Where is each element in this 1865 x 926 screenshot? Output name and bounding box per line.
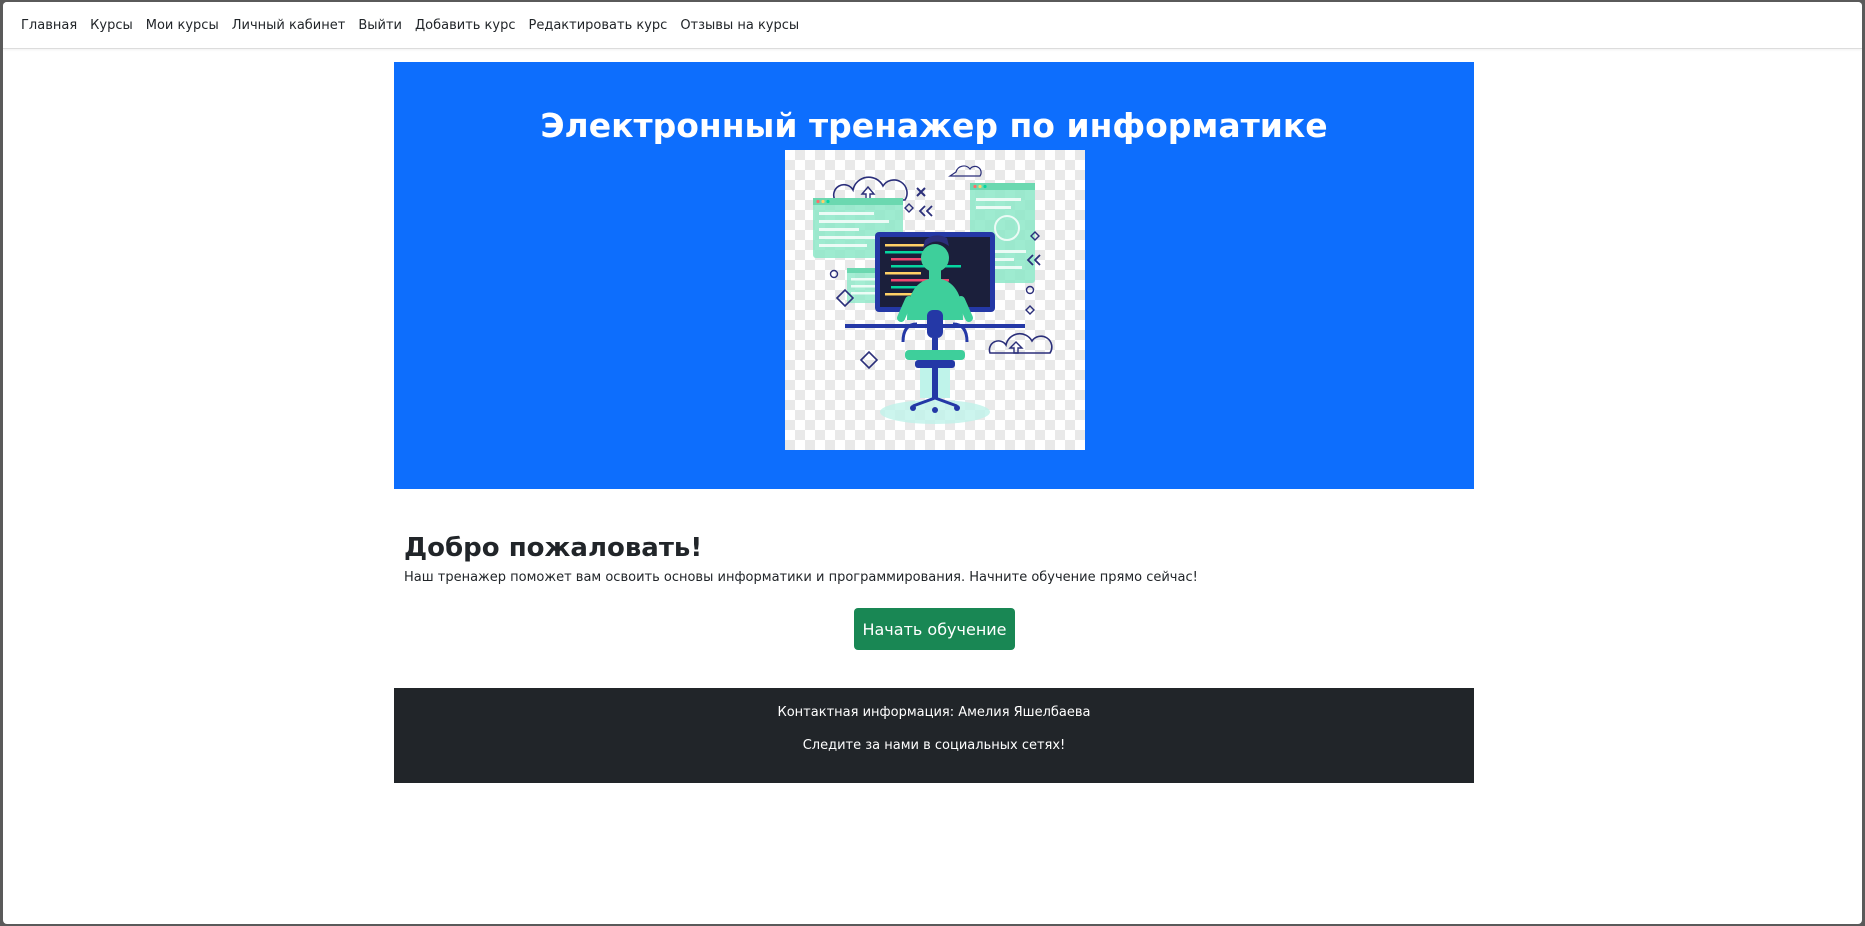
nav-link-home[interactable]: Главная [21,18,77,33]
nav-link-courses[interactable]: Курсы [90,18,133,33]
programmer-illustration-icon [785,150,1085,450]
footer-contact: Контактная информация: Амелия Яшелбаева [777,705,1091,720]
hero-title: Электронный тренажер по информатике [540,106,1328,145]
nav-link-logout[interactable]: Выйти [358,18,402,33]
footer-social: Следите за нами в социальных сетях! [802,738,1066,753]
nav-link-my-courses[interactable]: Мои курсы [146,18,219,33]
welcome-text: Наш тренажер поможет вам освоить основы … [404,570,1198,585]
browser-window: Главная Курсы Мои курсы Личный кабинет В… [3,2,1862,924]
nav-link-add-course[interactable]: Добавить курс [415,18,516,33]
start-learning-button[interactable]: Начать обучение [854,608,1015,650]
welcome-title: Добро пожаловать! [404,533,703,563]
nav-link-account[interactable]: Личный кабинет [232,18,346,33]
welcome-section: Добро пожаловать! Наш тренажер поможет в… [404,532,1464,585]
hero-banner: Электронный тренажер по информатике [394,62,1474,489]
page-footer: Контактная информация: Амелия Яшелбаева … [394,688,1474,783]
nav-link-edit-course[interactable]: Редактировать курс [529,18,668,33]
nav-link-reviews[interactable]: Отзывы на курсы [680,18,799,33]
top-navbar: Главная Курсы Мои курсы Личный кабинет В… [3,2,1862,49]
